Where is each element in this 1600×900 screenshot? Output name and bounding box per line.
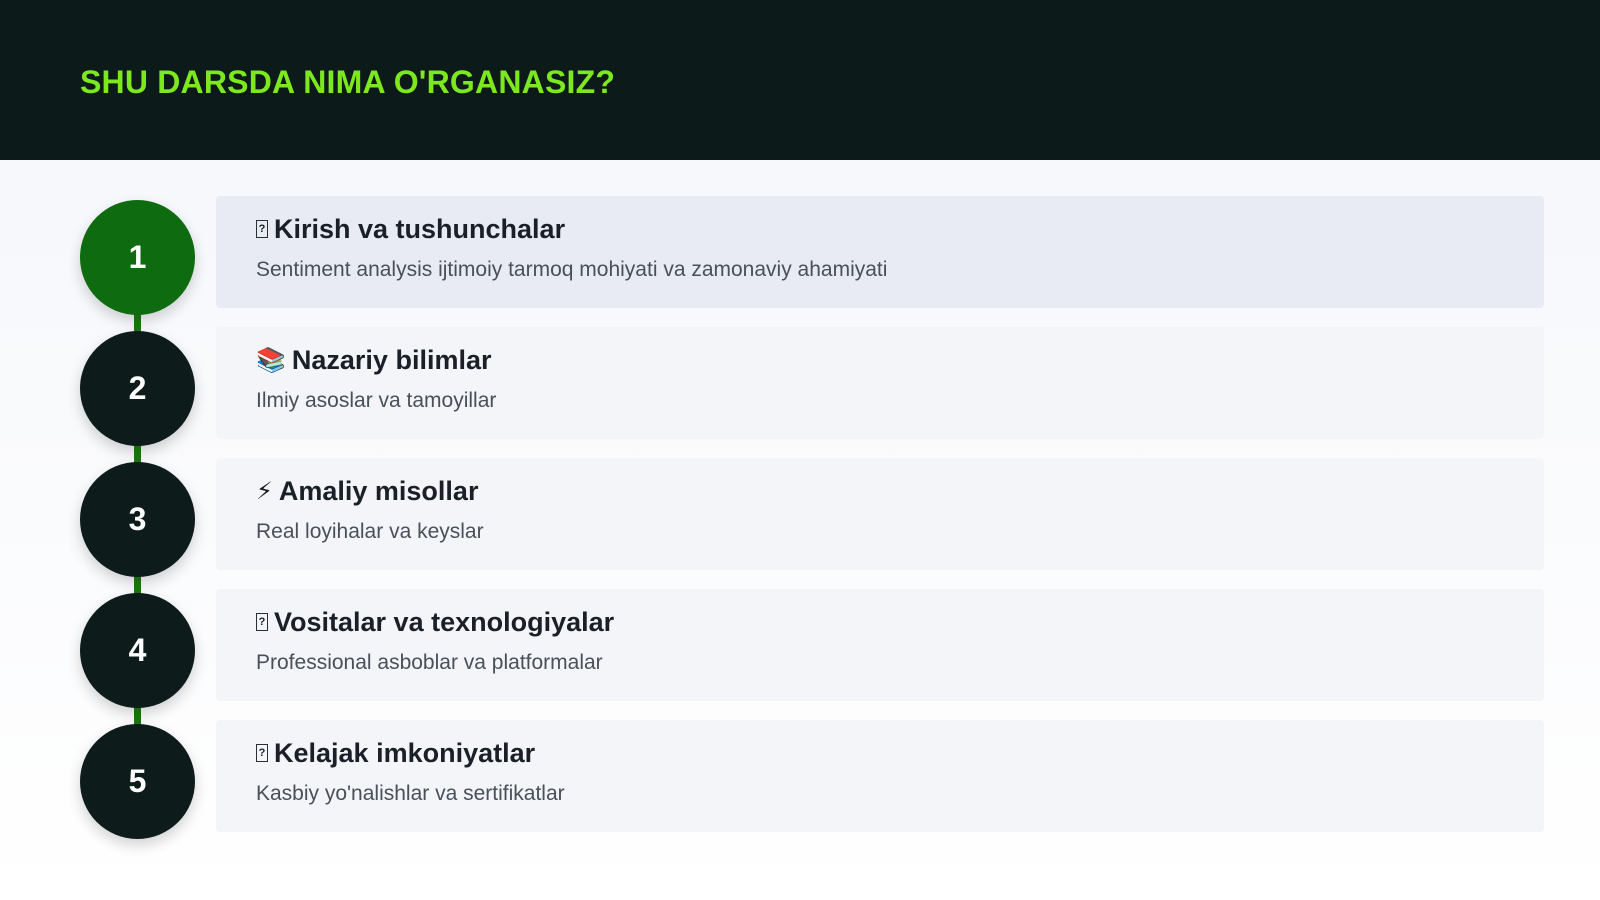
step-title: Nazariy bilimlar (291, 344, 492, 375)
timeline-connector (134, 443, 141, 463)
step-card: ? Vositalar va texnologiyalar Profession… (216, 589, 1544, 701)
step-title: Kelajak imkoniyatlar (274, 737, 536, 768)
step-number-badge: 4 (80, 593, 195, 708)
step-card: 📚 Nazariy bilimlar Ilmiy asoslar va tamo… (216, 327, 1544, 439)
step-title: Vositalar va texnologiyalar (274, 606, 615, 637)
timeline-step-3: 3 ⚡ Amaliy misollar Real loyihalar va ke… (80, 458, 1545, 577)
step-number-badge: 2 (80, 331, 195, 446)
step-card: ? Kirish va tushunchalar Sentiment analy… (216, 196, 1544, 308)
step-description: Sentiment analysis ijtimoiy tarmoq mohiy… (256, 258, 888, 281)
missing-glyph-icon: ? (256, 613, 268, 631)
step-card: ⚡ Amaliy misollar Real loyihalar va keys… (216, 458, 1544, 570)
step-title: Amaliy misollar (278, 475, 479, 506)
step-number-badge: 1 (80, 200, 195, 315)
header-bar: SHU DARSDA NIMA O'RGANASIZ? (0, 0, 1600, 160)
timeline-step-4: 4 ? Vositalar va texnologiyalar Professi… (80, 589, 1545, 708)
lightning-icon: ⚡ (256, 477, 273, 505)
timeline-connector (134, 312, 141, 332)
page-title: SHU DARSDA NIMA O'RGANASIZ? (80, 64, 616, 100)
step-description: Ilmiy asoslar va tamoyillar (256, 389, 497, 412)
timeline-connector (134, 705, 141, 725)
step-number-badge: 5 (80, 724, 195, 839)
missing-glyph-icon: ? (256, 744, 268, 762)
books-icon: 📚 (256, 346, 286, 374)
timeline-step-1: 1 ? Kirish va tushunchalar Sentiment ana… (80, 196, 1545, 315)
step-card: ? Kelajak imkoniyatlar Kasbiy yo'nalishl… (216, 720, 1544, 832)
step-number-badge: 3 (80, 462, 195, 577)
missing-glyph-icon: ? (256, 220, 268, 238)
step-title: Kirish va tushunchalar (274, 213, 566, 244)
timeline-step-2: 2 📚 Nazariy bilimlar Ilmiy asoslar va ta… (80, 327, 1545, 446)
timeline-connector (134, 574, 141, 594)
step-description: Professional asboblar va platformalar (256, 651, 603, 674)
step-description: Kasbiy yo'nalishlar va sertifikatlar (256, 782, 565, 805)
timeline-step-5: 5 ? Kelajak imkoniyatlar Kasbiy yo'nalis… (80, 720, 1545, 839)
step-description: Real loyihalar va keyslar (256, 520, 484, 543)
